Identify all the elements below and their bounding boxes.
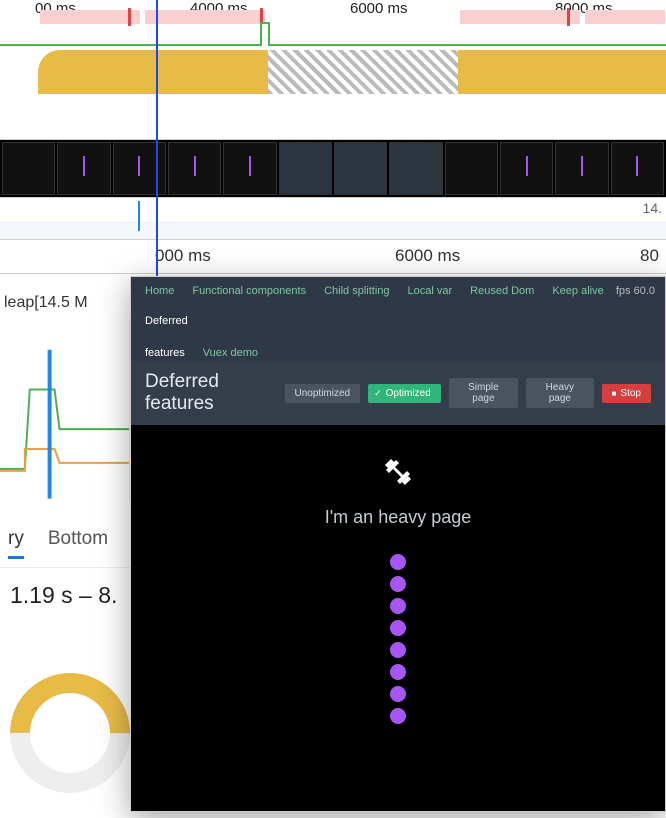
long-task-bar [460, 10, 580, 24]
fps-line [0, 44, 666, 46]
filmstrip-frame[interactable] [555, 142, 608, 195]
nav-deferred[interactable]: Deferred [145, 315, 188, 327]
heavy-page-button[interactable]: Heavy page [526, 378, 593, 408]
optimized-button[interactable]: Optimized [368, 384, 441, 403]
dot [390, 664, 406, 680]
fps-spike [260, 22, 270, 46]
filmstrip-frame[interactable] [389, 142, 442, 195]
cpu-idle-hatched [268, 50, 458, 94]
dot [390, 708, 406, 724]
simple-page-button[interactable]: Simple page [449, 378, 518, 408]
filmstrip-frame[interactable] [113, 142, 166, 195]
dot [390, 554, 406, 570]
long-task-marker [128, 8, 131, 26]
nav-keep-alive[interactable]: Keep alive [552, 285, 603, 297]
app-nav: Home Functional components Child splitti… [131, 277, 665, 361]
nav-child-splitting[interactable]: Child splitting [324, 285, 389, 297]
nav-features[interactable]: features [145, 347, 185, 359]
memory-overview[interactable]: 14. [0, 198, 666, 240]
screenshot-popup: Home Functional components Child splitti… [130, 276, 666, 812]
nav-vuex-demo[interactable]: Vuex demo [203, 347, 258, 359]
time-label-partial: 000 ms [155, 246, 211, 266]
long-task-bar [40, 10, 140, 24]
page-title: Deferred features [145, 371, 277, 415]
tab-bottom-up[interactable]: Bottom [48, 528, 108, 559]
stop-button[interactable]: Stop [602, 384, 651, 403]
dot [390, 686, 406, 702]
memory-chart[interactable] [0, 320, 130, 500]
details-panel: leap[14.5 M ry Bottom 1.19 s – 8. [0, 286, 130, 753]
nav-reused-dom[interactable]: Reused Dom [470, 285, 534, 297]
nav-home[interactable]: Home [145, 285, 174, 297]
page-header: Deferred features Unoptimized Optimized … [131, 361, 665, 425]
nav-functional-components[interactable]: Functional components [192, 285, 306, 297]
app-content: I'm an heavy page [131, 425, 665, 812]
dot [390, 642, 406, 658]
long-task-bar [585, 10, 665, 24]
unoptimized-button[interactable]: Unoptimized [285, 384, 361, 403]
filmstrip-frame[interactable] [334, 142, 387, 195]
nav-local-var[interactable]: Local var [408, 285, 453, 297]
performance-timeline[interactable]: 00 ms 4000 ms 6000 ms 8000 ms [0, 0, 666, 140]
heap-label: leap[14.5 M [0, 286, 130, 320]
content-heading: I'm an heavy page [325, 507, 472, 528]
filmstrip-frame[interactable] [500, 142, 553, 195]
cpu-track [38, 50, 268, 94]
filmstrip-frame[interactable] [611, 142, 664, 195]
filmstrip-frame[interactable] [279, 142, 332, 195]
dot [390, 576, 406, 592]
time-label: 6000 ms [350, 0, 408, 17]
filmstrip[interactable] [0, 140, 666, 198]
memory-value: 14. [643, 200, 662, 216]
range-text: 1.19 s – 8. [0, 568, 130, 623]
dot-list [390, 554, 406, 724]
tab-summary[interactable]: ry [8, 528, 24, 559]
long-task-bar [145, 10, 265, 24]
filmstrip-frame[interactable] [2, 142, 55, 195]
filmstrip-frame[interactable] [223, 142, 276, 195]
secondary-ruler: 000 ms 6000 ms 80 [0, 240, 666, 274]
dumbbell-icon [374, 448, 422, 496]
details-tabs[interactable]: ry Bottom [0, 520, 130, 568]
time-label-partial: 80 [640, 246, 659, 266]
cpu-track [458, 50, 666, 94]
memory-spike [138, 201, 140, 231]
filmstrip-frame[interactable] [168, 142, 221, 195]
dot [390, 598, 406, 614]
filmstrip-frame[interactable] [57, 142, 110, 195]
fps-counter: fps 60.0 [616, 285, 655, 297]
long-task-marker [567, 8, 570, 26]
dot [390, 620, 406, 636]
summary-donut [0, 673, 130, 753]
filmstrip-frame[interactable] [445, 142, 498, 195]
time-label-partial: 6000 ms [395, 246, 460, 266]
